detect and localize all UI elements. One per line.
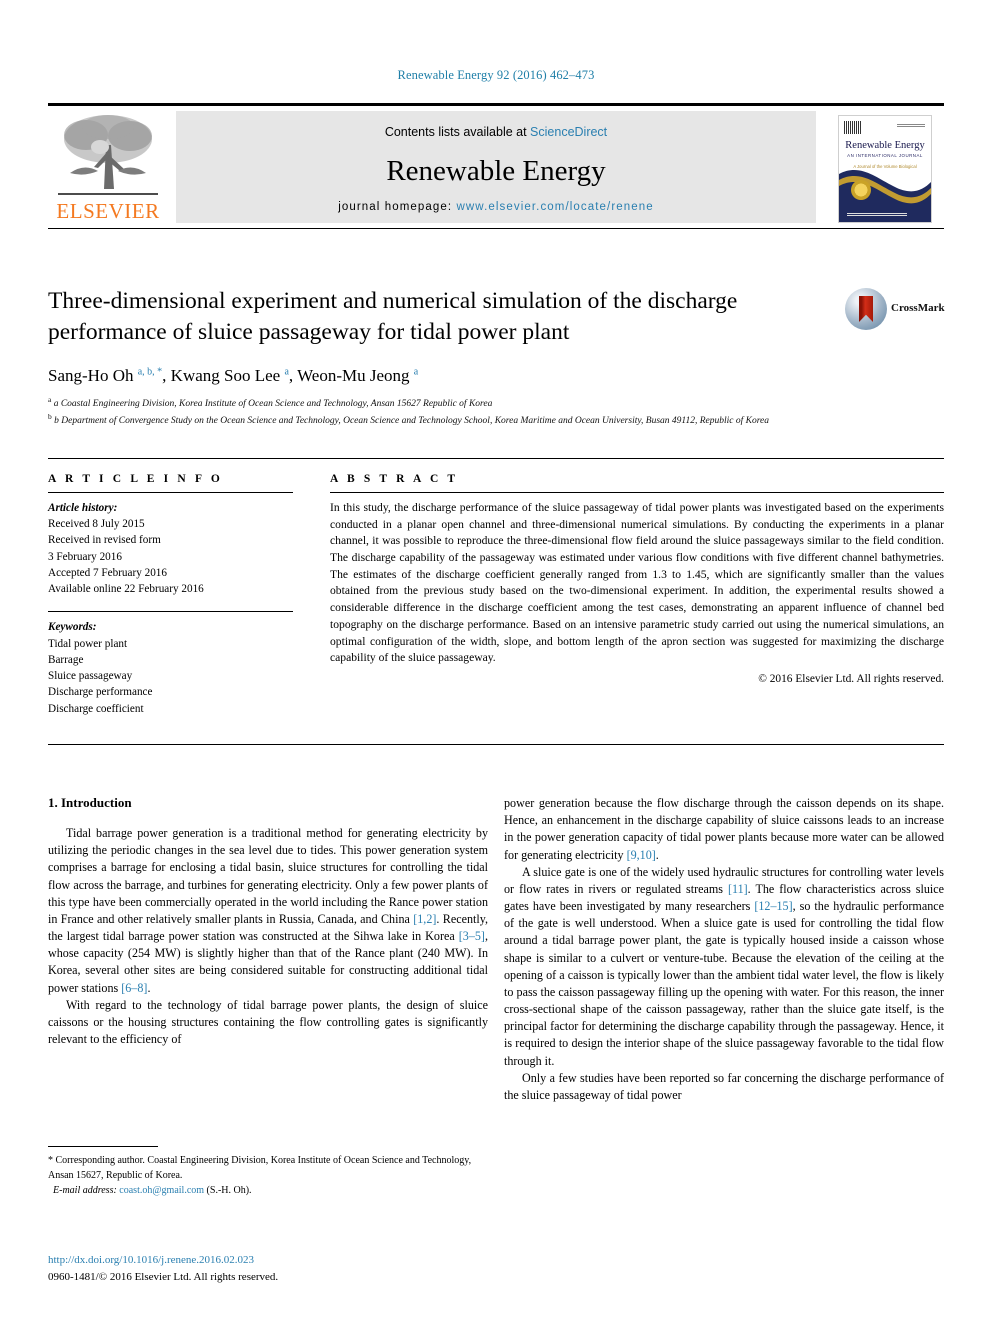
article-info-heading: A R T I C L E I N F O	[48, 473, 223, 485]
keyword-item: Discharge coefficient	[48, 702, 144, 715]
running-head: Renewable Energy 92 (2016) 462–473	[397, 68, 595, 82]
doi-block: http://dx.doi.org/10.1016/j.renene.2016.…	[48, 1252, 508, 1285]
crossmark-badge[interactable]: CrossMark	[845, 288, 945, 334]
footnote-block: * Corresponding author. Coastal Engineer…	[48, 1153, 488, 1198]
email-label: E-mail address:	[53, 1185, 117, 1196]
contents-prefix: Contents lists available at	[384, 125, 531, 139]
contents-available-line: Contents lists available at ScienceDirec…	[176, 125, 816, 139]
cover-journal-subtitle: AN INTERNATIONAL JOURNAL	[847, 153, 923, 158]
title-block: Three-dimensional experiment and numeric…	[48, 286, 838, 349]
sciencedirect-link[interactable]: ScienceDirect	[530, 125, 607, 139]
homepage-prefix: journal homepage:	[338, 201, 457, 213]
body-column-left: 1. Introduction Tidal barrage power gene…	[48, 795, 488, 1048]
elsevier-logo: ELSEVIER	[50, 111, 166, 226]
masthead-bottom-rule	[48, 228, 944, 229]
masthead-top-rule	[48, 103, 944, 106]
affiliation-list: a a Coastal Engineering Division, Korea …	[48, 394, 888, 428]
elsevier-wordmark: ELSEVIER	[56, 199, 160, 223]
history-item: Received 8 July 2015	[48, 518, 145, 531]
affiliation-a: a a Coastal Engineering Division, Korea …	[48, 395, 493, 410]
journal-cover-thumbnail: Renewable Energy AN INTERNATIONAL JOURNA…	[828, 111, 940, 225]
barcode-icon	[844, 121, 861, 134]
history-item: 3 February 2016	[48, 550, 122, 563]
abstract-text: In this study, the discharge performance…	[330, 501, 944, 665]
keywords-label: Keywords:	[48, 621, 97, 634]
corresponding-author-note: * Corresponding author. Coastal Engineer…	[48, 1155, 472, 1181]
history-item: Received in revised form	[48, 534, 161, 547]
journal-band: Contents lists available at ScienceDirec…	[176, 111, 816, 223]
page-title: Three-dimensional experiment and numeric…	[48, 288, 738, 346]
section-heading-introduction: 1. Introduction	[48, 795, 132, 810]
paragraph: power generation because the flow discha…	[504, 796, 944, 862]
body-column-right: power generation because the flow discha…	[504, 795, 944, 1104]
author-list: Sang-Ho Oh a, b, *, Kwang Soo Lee a, Weo…	[48, 366, 419, 385]
abstract-bottom-rule	[48, 744, 944, 745]
article-info-block: A R T I C L E I N F O Article history: R…	[48, 473, 293, 717]
affiliation-a-text: a Coastal Engineering Division, Korea In…	[53, 399, 493, 410]
affiliation-b-text: b Department of Convergence Study on the…	[54, 416, 770, 427]
abstract-block: A B S T R A C T In this study, the disch…	[330, 473, 944, 685]
article-history: Article history: Received 8 July 2015 Re…	[48, 500, 293, 597]
cover-topline-decor	[897, 123, 925, 127]
cover-artwork: Renewable Energy AN INTERNATIONAL JOURNA…	[838, 115, 932, 223]
paragraph: Only a few studies have been reported so…	[504, 1070, 944, 1102]
doi-link[interactable]: http://dx.doi.org/10.1016/j.renene.2016.…	[48, 1252, 508, 1269]
logo-ground-line	[58, 193, 158, 195]
keyword-item: Sluice passageway	[48, 670, 133, 683]
keyword-item: Barrage	[48, 653, 84, 666]
email-note: E-mail address: coast.oh@gmail.com (S.-H…	[48, 1183, 488, 1198]
abstract-divider	[330, 492, 944, 493]
keywords-divider	[48, 611, 293, 613]
abstract-copyright: © 2016 Elsevier Ltd. All rights reserved…	[758, 672, 944, 685]
paragraph: Tidal barrage power generation is a trad…	[48, 826, 488, 995]
keywords-block: Keywords: Tidal power plant Barrage Slui…	[48, 619, 293, 716]
society-emblem-icon	[851, 180, 871, 200]
abstract-top-rule	[48, 458, 944, 459]
article-history-label: Article history:	[48, 502, 118, 514]
journal-homepage-line: journal homepage: www.elsevier.com/locat…	[176, 201, 816, 213]
abstract-heading: A B S T R A C T	[330, 473, 459, 485]
affiliation-b: b b Department of Convergence Study on t…	[48, 412, 770, 427]
cover-journal-title: Renewable Energy	[845, 140, 925, 151]
journal-masthead: ELSEVIER Contents lists available at Sci…	[48, 103, 944, 231]
paragraph: With regard to the technology of tidal b…	[48, 997, 488, 1047]
issn-copyright-line: 0960-1481/© 2016 Elsevier Ltd. All right…	[48, 1270, 279, 1283]
article-info-divider	[48, 492, 293, 493]
history-item: Accepted 7 February 2016	[48, 566, 167, 579]
journal-homepage-link[interactable]: www.elsevier.com/locate/renene	[456, 201, 653, 213]
crossmark-label: CrossMark	[891, 302, 945, 314]
journal-title: Renewable Energy	[386, 155, 606, 187]
paragraph: A sluice gate is one of the widely used …	[504, 864, 944, 1068]
email-owner: (S.-H. Oh).	[206, 1185, 252, 1196]
keyword-item: Tidal power plant	[48, 637, 128, 650]
keyword-item: Discharge performance	[48, 686, 153, 699]
cover-footer-decor	[847, 213, 907, 216]
email-link[interactable]: coast.oh@gmail.com	[119, 1185, 204, 1196]
footnote-rule	[48, 1146, 158, 1147]
elsevier-tree-icon	[56, 111, 160, 195]
article-first-page: Renewable Energy 92 (2016) 462–473 ELSEV…	[0, 0, 992, 1323]
history-item: Available online 22 February 2016	[48, 583, 204, 596]
